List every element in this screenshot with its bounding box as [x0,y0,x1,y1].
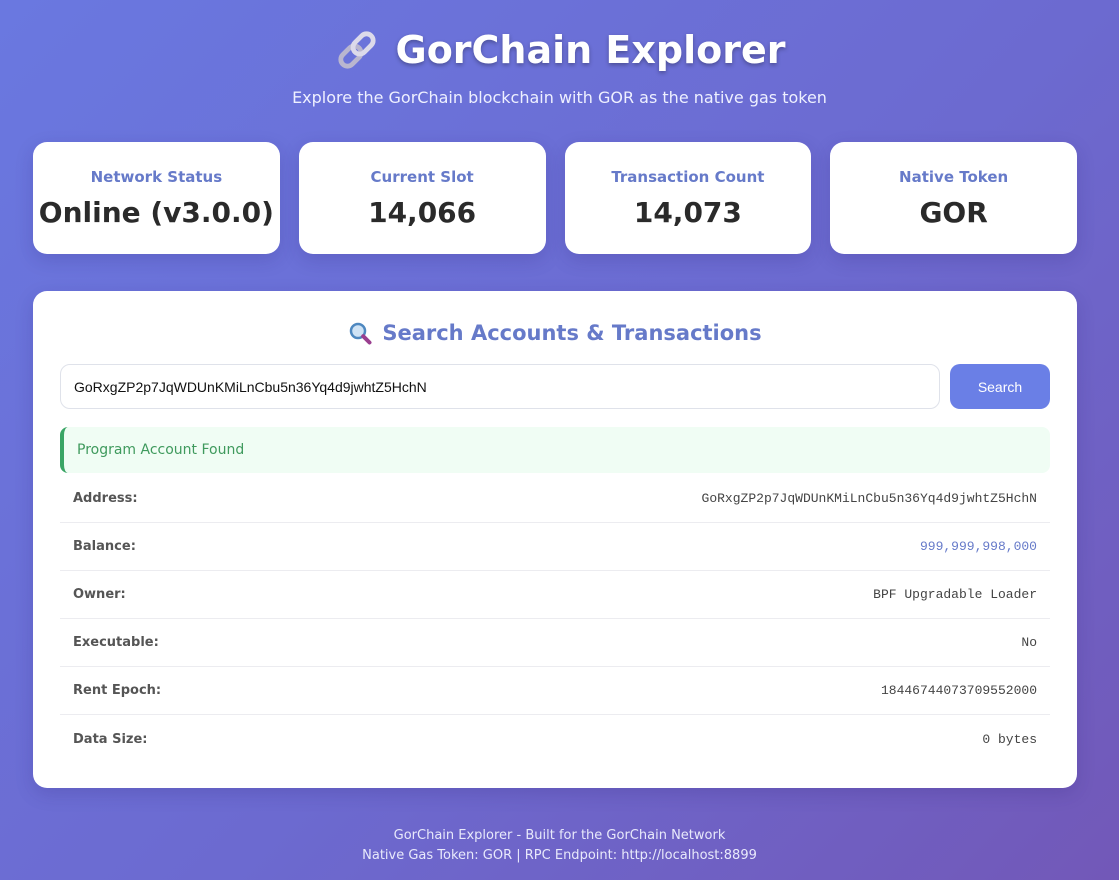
detail-row-balance: Balance: 999,999,998,000 [60,523,1050,571]
stat-card-current-slot: Current Slot 14,066 [298,142,546,254]
page-footer: GorChain Explorer - Built for the GorCha… [0,826,1119,866]
detail-label: Rent Epoch: [73,683,162,698]
detail-label: Data Size: [73,731,148,747]
page-subtitle: Explore the GorChain blockchain with GOR… [292,88,827,107]
stat-value: 14,073 [633,196,742,229]
detail-row-executable: Executable: No [60,619,1050,667]
stat-value: 14,066 [368,196,477,229]
detail-row-rent-epoch: Rent Epoch: 18446744073709552000 [60,667,1050,715]
result-status-banner: Program Account Found [60,427,1050,473]
stat-label: Native Token [899,168,1009,186]
link-icon [337,31,376,69]
search-input[interactable] [60,364,940,409]
page-title: GorChain Explorer [0,24,1119,76]
page-header: GorChain Explorer Explore the GorChain b… [0,0,1119,107]
detail-label: Balance: [73,539,136,554]
stat-value: GOR [919,196,988,229]
footer-line-2: Native Gas Token: GOR | RPC Endpoint: ht… [362,848,757,863]
stat-card-network-status: Network Status Online (v3.0.0) [33,142,280,254]
detail-value: 18446744073709552000 [880,683,1037,698]
stat-label: Current Slot [370,168,474,186]
detail-value: BPF Upgradable Loader [873,587,1037,602]
detail-label: Address: [73,491,138,506]
search-panel-title-text: Search Accounts & Transactions [382,321,762,345]
stats-row: Network Status Online (v3.0.0) Current S… [33,142,1077,254]
stat-label: Transaction Count [611,168,765,186]
search-panel: Search Accounts & Transactions Search Pr… [33,291,1077,788]
stat-card-native-token: Native Token GOR [830,142,1077,254]
stat-card-transaction-count: Transaction Count 14,073 [564,142,812,254]
account-details: Address: GoRxgZP2p7JqWDUnKMiLnCbu5n36Yq4… [60,475,1050,763]
footer-line-1: GorChain Explorer - Built for the GorCha… [393,828,726,843]
detail-value: 999,999,998,000 [919,539,1037,554]
page-title-text: GorChain Explorer [395,28,786,72]
magnifying-glass-icon [350,322,372,345]
detail-row-address: Address: GoRxgZP2p7JqWDUnKMiLnCbu5n36Yq4… [60,475,1050,523]
detail-value: 0 bytes [982,731,1037,747]
detail-value: GoRxgZP2p7JqWDUnKMiLnCbu5n36Yq4d9jwhtZ5H… [701,491,1037,506]
detail-row-data-size: Data Size: 0 bytes [60,715,1050,763]
stat-value: Online (v3.0.0) [38,196,274,229]
search-button[interactable]: Search [950,364,1050,409]
search-row: Search [60,364,1050,409]
stat-label: Network Status [90,168,223,186]
detail-label: Executable: [73,635,159,650]
search-panel-title: Search Accounts & Transactions [60,319,1050,347]
detail-value: No [1021,635,1037,650]
detail-label: Owner: [73,587,126,602]
detail-row-owner: Owner: BPF Upgradable Loader [60,571,1050,619]
